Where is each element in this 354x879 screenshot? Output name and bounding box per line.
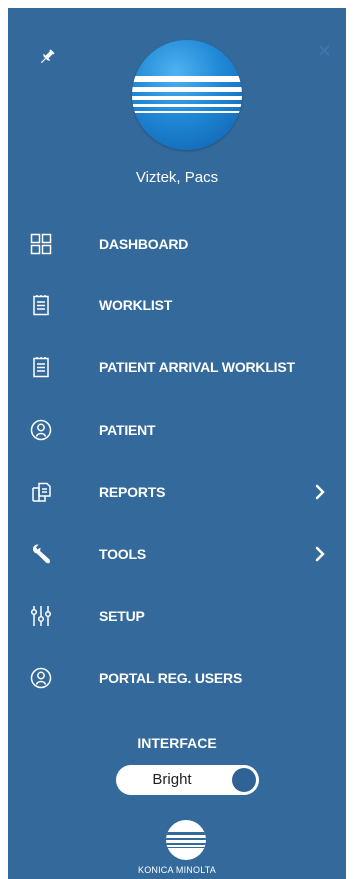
menu-item-label: PATIENT bbox=[99, 422, 156, 438]
brand-name: KONICA MINOLTA bbox=[138, 865, 216, 875]
documents-icon bbox=[30, 481, 52, 503]
grid-icon bbox=[30, 233, 52, 255]
toggle-label: Bright bbox=[152, 771, 192, 788]
user-circle-icon bbox=[30, 419, 52, 441]
menu-item-patient[interactable]: PATIENT bbox=[8, 410, 346, 450]
wrench-icon bbox=[30, 543, 52, 565]
clipboard-icon bbox=[30, 294, 52, 316]
pin-icon[interactable] bbox=[38, 48, 56, 66]
close-icon[interactable]: ✕ bbox=[317, 42, 332, 60]
avatar bbox=[132, 40, 242, 150]
menu-item-setup[interactable]: SETUP bbox=[8, 596, 346, 636]
menu-item-label: DASHBOARD bbox=[99, 236, 189, 252]
menu-item-label: WORKLIST bbox=[99, 297, 173, 313]
interface-theme-toggle[interactable]: Bright bbox=[116, 765, 259, 795]
side-navigation-panel: ✕ Viztek, Pacs DASHBOARD WORKLIST PATIEN… bbox=[8, 8, 346, 879]
sliders-icon bbox=[30, 605, 52, 627]
menu-item-portal-reg-users[interactable]: PORTAL REG. USERS bbox=[8, 658, 346, 698]
toggle-knob[interactable] bbox=[232, 768, 256, 792]
menu-item-label: PATIENT ARRIVAL WORKLIST bbox=[99, 359, 295, 375]
menu-item-reports[interactable]: REPORTS bbox=[8, 472, 346, 512]
user-name: Viztek, Pacs bbox=[135, 169, 219, 186]
chevron-right-icon bbox=[314, 484, 326, 500]
user-circle-icon bbox=[30, 667, 52, 689]
menu-item-tools[interactable]: TOOLS bbox=[8, 534, 346, 574]
menu-item-patient-arrival-worklist[interactable]: PATIENT ARRIVAL WORKLIST bbox=[8, 347, 346, 387]
interface-label: INTERFACE bbox=[137, 735, 217, 751]
chevron-right-icon bbox=[314, 546, 326, 562]
menu-item-label: SETUP bbox=[99, 608, 145, 624]
menu-item-label: PORTAL REG. USERS bbox=[99, 670, 243, 686]
menu-item-label: TOOLS bbox=[99, 546, 146, 562]
menu-item-label: REPORTS bbox=[99, 484, 166, 500]
menu-item-worklist[interactable]: WORKLIST bbox=[8, 285, 346, 325]
menu-item-dashboard[interactable]: DASHBOARD bbox=[8, 224, 346, 264]
konica-minolta-logo bbox=[166, 820, 206, 860]
clipboard-icon bbox=[30, 356, 52, 378]
